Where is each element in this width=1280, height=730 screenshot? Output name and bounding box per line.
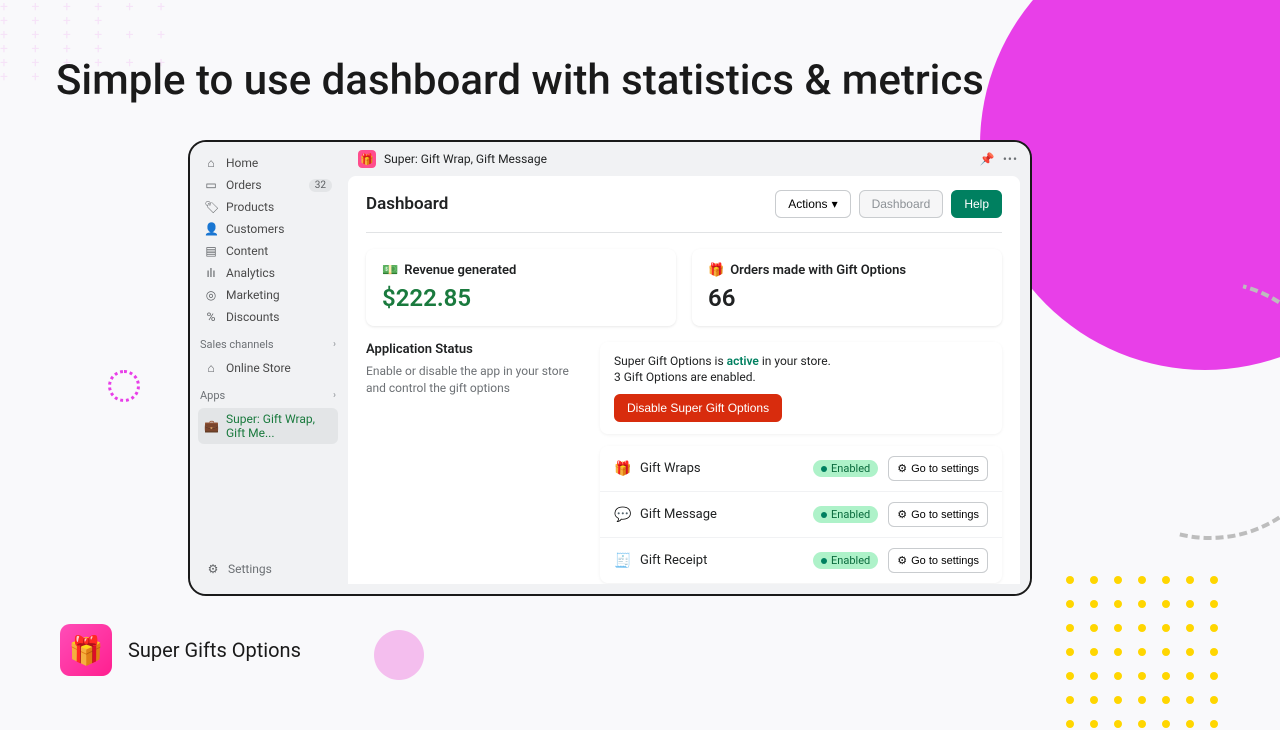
sidebar-item-settings[interactable]: ⚙ Settings — [200, 558, 336, 580]
sidebar-label: Super: Gift Wrap, Gift Me... — [226, 412, 332, 440]
gear-icon: ⚙ — [897, 554, 907, 567]
sidebar-item-marketing[interactable]: ◎ Marketing — [198, 284, 338, 306]
stat-revenue: 💵 Revenue generated $222.85 — [366, 249, 676, 326]
orders-icon: ▭ — [204, 178, 218, 192]
go-to-settings-button[interactable]: ⚙ Go to settings — [888, 456, 988, 481]
headline: Simple to use dashboard with statistics … — [56, 56, 984, 105]
actions-label: Actions — [788, 197, 827, 211]
bars-icon: ılı — [204, 266, 218, 280]
status-pill: Enabled — [813, 552, 878, 569]
brand-logo: 🎁 — [60, 624, 112, 676]
sidebar-label: Customers — [226, 222, 284, 236]
chevron-right-icon: › — [333, 390, 336, 401]
option-label: Gift Wraps — [640, 461, 701, 476]
message-icon: 💬 — [614, 507, 630, 523]
go-to-settings-button[interactable]: ⚙ Go to settings — [888, 548, 988, 573]
sidebar-heading-sales[interactable]: Sales channels › — [190, 330, 346, 355]
gift-icon: 🎁 — [708, 263, 724, 278]
sidebar-item-customers[interactable]: 👤 Customers — [198, 218, 338, 240]
sidebar-heading-label: Apps — [200, 389, 225, 402]
chevron-right-icon: › — [333, 339, 336, 350]
app-title: Super: Gift Wrap, Gift Message — [384, 152, 547, 166]
page-header: Dashboard Actions ▾ Dashboard Help — [366, 190, 1002, 233]
sidebar-heading-apps[interactable]: Apps › — [190, 381, 346, 406]
stat-label: Orders made with Gift Options — [730, 263, 906, 278]
decor-yellow-dots — [1066, 576, 1220, 730]
option-label: Gift Message — [640, 507, 717, 522]
home-icon: ⌂ — [204, 156, 218, 170]
option-label: Gift Receipt — [640, 553, 707, 568]
app-bar: 🎁 Super: Gift Wrap, Gift Message 📌 ••• — [346, 142, 1030, 176]
sidebar-item-orders[interactable]: ▭ Orders 32 — [198, 174, 338, 196]
sidebar-item-products[interactable]: 🏷 Products — [198, 196, 338, 218]
stats-row: 💵 Revenue generated $222.85 🎁 Orders mad… — [366, 249, 1002, 326]
option-row-gift-message: 💬 Gift Message Enabled ⚙ Go to settings — [600, 492, 1002, 538]
stat-value: 66 — [708, 284, 986, 312]
stat-orders: 🎁 Orders made with Gift Options 66 — [692, 249, 1002, 326]
sidebar-label: Discounts — [226, 310, 279, 324]
sidebar-item-home[interactable]: ⌂ Home — [198, 152, 338, 174]
person-icon: 👤 — [204, 222, 218, 236]
more-icon[interactable]: ••• — [1003, 152, 1018, 166]
status-desc: Application Status Enable or disable the… — [366, 342, 576, 583]
dashboard-button[interactable]: Dashboard — [859, 190, 944, 218]
dashboard-window: ⌂ Home ▭ Orders 32 🏷 Products 👤 Customer… — [188, 140, 1032, 596]
gear-icon: ⚙ — [897, 508, 907, 521]
gear-icon: ⚙ — [206, 562, 220, 576]
sidebar-label: Marketing — [226, 288, 280, 302]
percent-icon: % — [204, 310, 218, 324]
sidebar-label: Settings — [228, 562, 272, 576]
decor-pink-circle — [374, 630, 424, 680]
sidebar-label: Analytics — [226, 266, 275, 280]
sidebar-item-app-super-gift[interactable]: 💼 Super: Gift Wrap, Gift Me... — [198, 408, 338, 444]
receipt-icon: 🧾 — [614, 553, 630, 569]
actions-button[interactable]: Actions ▾ — [775, 190, 850, 218]
main-area: 🎁 Super: Gift Wrap, Gift Message 📌 ••• D… — [346, 142, 1030, 594]
gear-icon: ⚙ — [897, 462, 907, 475]
status-heading: Application Status — [366, 342, 576, 357]
target-icon: ◎ — [204, 288, 218, 302]
store-icon: ⌂ — [204, 361, 218, 375]
sidebar-heading-label: Sales channels — [200, 338, 274, 351]
disable-app-button[interactable]: Disable Super Gift Options — [614, 394, 782, 422]
status-card: Super Gift Options is active in your sto… — [600, 342, 1002, 434]
sidebar-item-discounts[interactable]: % Discounts — [198, 306, 338, 328]
decor-plus-grid: + + + + + + + + + ++ + + + + + + + + ++ … — [0, 0, 180, 60]
orders-badge: 32 — [309, 179, 332, 192]
status-pill: Enabled — [813, 506, 878, 523]
money-icon: 💵 — [382, 263, 398, 278]
status-description: Enable or disable the app in your store … — [366, 363, 576, 397]
sidebar-item-analytics[interactable]: ılı Analytics — [198, 262, 338, 284]
briefcase-icon: 💼 — [204, 419, 218, 433]
page-title: Dashboard — [366, 194, 448, 214]
stat-label: Revenue generated — [404, 263, 516, 278]
decor-dotted-circle — [108, 370, 140, 402]
sidebar-label: Products — [226, 200, 274, 214]
option-list: 🎁 Gift Wraps Enabled ⚙ Go to settings 💬 — [600, 446, 1002, 583]
image-icon: ▤ — [204, 244, 218, 258]
app-icon: 🎁 — [358, 150, 376, 168]
content: Dashboard Actions ▾ Dashboard Help 💵 Rev… — [348, 176, 1020, 584]
gift-icon: 🎁 — [614, 461, 630, 477]
stat-value: $222.85 — [382, 284, 660, 312]
pin-icon[interactable]: 📌 — [980, 152, 995, 166]
footer-brand: 🎁 Super Gifts Options — [60, 624, 301, 676]
help-button[interactable]: Help — [951, 190, 1002, 218]
sidebar-label: Content — [226, 244, 268, 258]
sidebar-label: Home — [226, 156, 258, 170]
chevron-down-icon: ▾ — [832, 197, 838, 211]
option-row-gift-receipt: 🧾 Gift Receipt Enabled ⚙ Go to settings — [600, 538, 1002, 583]
status-section: Application Status Enable or disable the… — [366, 342, 1002, 583]
status-pill: Enabled — [813, 460, 878, 477]
brand-name: Super Gifts Options — [128, 638, 301, 662]
sidebar-label: Online Store — [226, 361, 291, 375]
sidebar-item-content[interactable]: ▤ Content — [198, 240, 338, 262]
go-to-settings-button[interactable]: ⚙ Go to settings — [888, 502, 988, 527]
sidebar-label: Orders — [226, 178, 262, 192]
tag-icon: 🏷 — [204, 200, 218, 214]
option-row-gift-wraps: 🎁 Gift Wraps Enabled ⚙ Go to settings — [600, 446, 1002, 492]
sidebar: ⌂ Home ▭ Orders 32 🏷 Products 👤 Customer… — [190, 142, 346, 594]
sidebar-item-online-store[interactable]: ⌂ Online Store — [198, 357, 338, 379]
